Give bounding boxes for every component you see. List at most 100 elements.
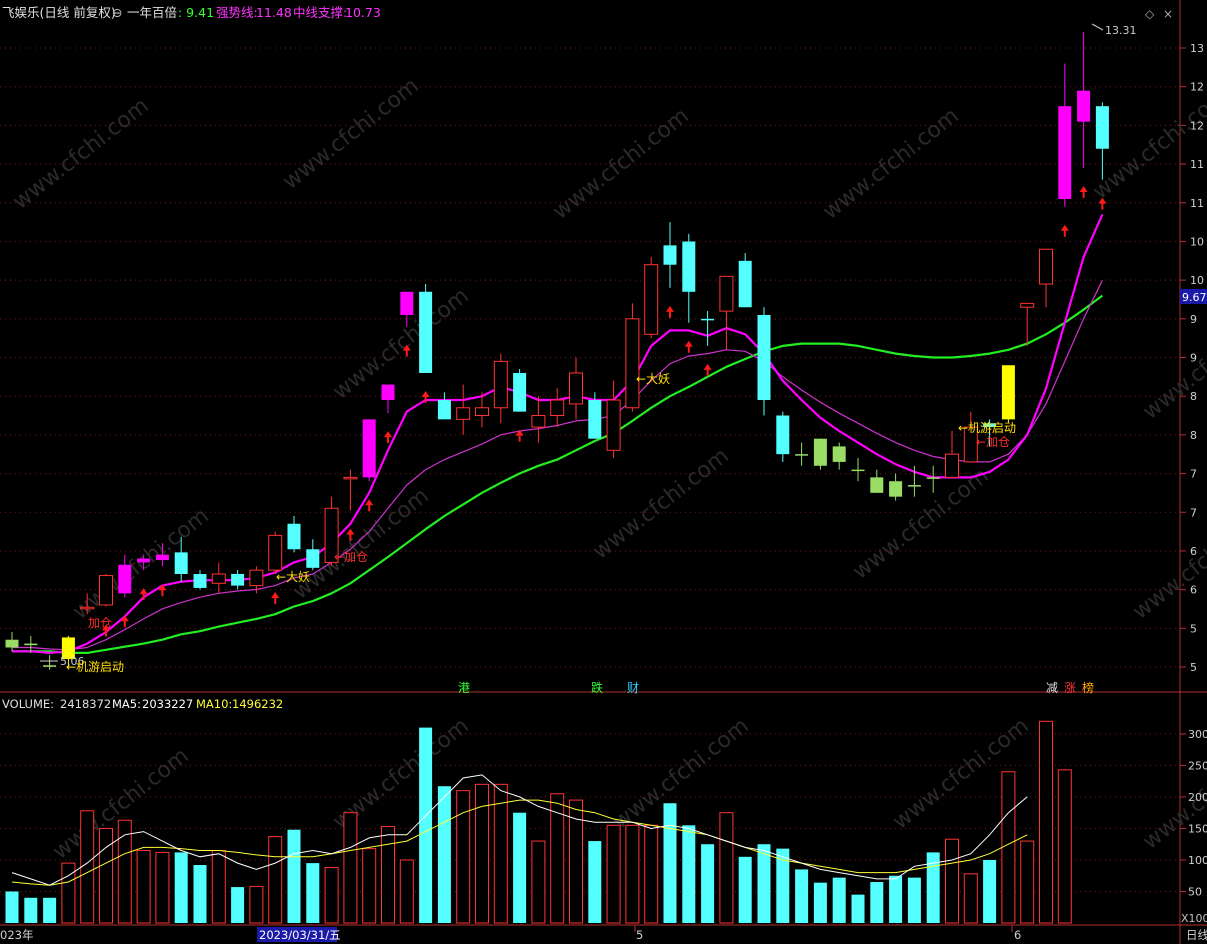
candle-body: [701, 318, 715, 321]
volume-bar: [5, 891, 19, 923]
signal-launch-1: ←机游启动: [66, 660, 124, 674]
price-axis-label: 5: [1190, 661, 1197, 674]
volume-bar: [945, 838, 959, 924]
high-price-marker: 13.31: [1105, 24, 1137, 37]
candle-body: [1001, 365, 1015, 420]
volume-bar: [719, 812, 734, 924]
signal-add-position-3: ←加仓: [976, 435, 1010, 449]
candle-body: [719, 275, 734, 312]
volume-value: 2418372: [60, 697, 111, 711]
candle-body: [606, 399, 621, 451]
candle-body: [43, 665, 57, 667]
close-icon[interactable]: ×: [1163, 7, 1173, 21]
volume-bar: [1020, 840, 1035, 924]
date-label-may: 5: [636, 928, 643, 942]
vol-ma10-label: MA10:: [196, 697, 232, 711]
volume-bar: [907, 877, 921, 923]
price-axis-label: 5: [1190, 622, 1197, 635]
candle-body: [945, 453, 959, 478]
event-marker-reduce: 减: [1046, 681, 1058, 695]
candle-body: [569, 372, 583, 405]
candle-body: [776, 415, 790, 455]
candle-body: [738, 260, 752, 308]
candle-body: [531, 414, 546, 428]
candle-body: [381, 384, 395, 401]
volume-axis-label: 100: [1188, 854, 1207, 867]
volume-bar: [795, 869, 809, 923]
candle-body: [851, 469, 865, 472]
signal-add-position-1: 加仓: [88, 616, 112, 630]
candle-body: [5, 639, 19, 648]
event-marker-list: 榜: [1082, 680, 1094, 695]
price-axis-label: 12: [1190, 81, 1204, 94]
volume-bar: [437, 786, 451, 923]
volume-bar: [80, 810, 95, 924]
volume-bar: [231, 887, 245, 923]
support-line-value: 10.73: [345, 5, 381, 20]
candle-body: [907, 485, 921, 487]
candle-body: [926, 477, 940, 479]
volume-bar: [117, 819, 132, 924]
price-axis-label: 7: [1190, 468, 1197, 481]
volume-bar: [193, 865, 207, 923]
candle-body: [249, 569, 264, 587]
volume-bar: [211, 850, 226, 924]
volume-bar: [963, 873, 978, 924]
volume-axis-label: 250: [1188, 759, 1207, 772]
price-axis-label: 9: [1190, 352, 1197, 365]
candle-body: [757, 314, 771, 401]
candle-body: [513, 372, 527, 412]
candle-body: [813, 438, 827, 466]
price-axis-label: 7: [1190, 506, 1197, 519]
volume-bar: [24, 897, 38, 923]
volume-bar: [381, 826, 395, 924]
signal-add-position-2: ←加仓: [334, 550, 368, 564]
volume-bar: [738, 856, 752, 923]
period-daily-tab[interactable]: 日线: [1186, 928, 1207, 942]
event-marker-drop: 跌: [591, 680, 603, 695]
date-label-start: 023年: [0, 928, 33, 942]
date-label-jun: 6: [1014, 928, 1021, 942]
volume-bar: [99, 827, 113, 924]
price-axis-label: 10: [1190, 235, 1204, 248]
volume-bar: [757, 844, 771, 923]
volume-bar: [287, 829, 301, 923]
candle-body: [1077, 90, 1091, 122]
candle-body: [795, 454, 809, 456]
vol-ma5-value: 2033227: [142, 697, 193, 711]
price-axis-label: 11: [1190, 158, 1204, 171]
candle-body: [306, 549, 320, 568]
volume-unit-label: X100: [1181, 912, 1207, 925]
volume-bar: [813, 882, 827, 923]
volume-bar: [1001, 771, 1016, 924]
volume-bar: [663, 803, 677, 923]
volume-bar: [136, 850, 151, 924]
candle-body: [832, 446, 846, 462]
volume-bar: [513, 812, 527, 923]
volume-bar: [343, 812, 358, 924]
candle-body: [437, 400, 451, 420]
price-axis-label: 9: [1190, 313, 1197, 326]
price-axis-label: 11: [1190, 197, 1204, 210]
volume-bar: [419, 727, 433, 923]
date-label-highlight: 2023/03/31/五: [259, 928, 341, 942]
event-marker-hk: 港: [458, 681, 470, 695]
price-axis-label: 8: [1190, 390, 1197, 403]
chart-background: [0, 0, 1207, 944]
candle-body: [1020, 302, 1035, 308]
collapse-icon[interactable]: ⊖: [112, 5, 122, 20]
volume-bar: [682, 825, 696, 923]
price-axis-label: 10: [1190, 274, 1204, 287]
candle-body: [155, 554, 169, 561]
volume-bar: [249, 885, 264, 924]
candle-body: [287, 523, 301, 550]
candle-body: [211, 573, 226, 584]
volume-bar: [399, 859, 414, 924]
volume-bar: [493, 783, 508, 924]
diamond-icon[interactable]: ◇: [1145, 7, 1155, 21]
price-axis-label: 8: [1190, 429, 1197, 442]
current-price-tag: 9.67: [1182, 291, 1207, 304]
stock-chart: www.cfchi.comwww.cfchi.comwww.cfchi.comw…: [0, 0, 1207, 944]
volume-bar: [1057, 769, 1072, 924]
volume-bar: [174, 852, 188, 923]
